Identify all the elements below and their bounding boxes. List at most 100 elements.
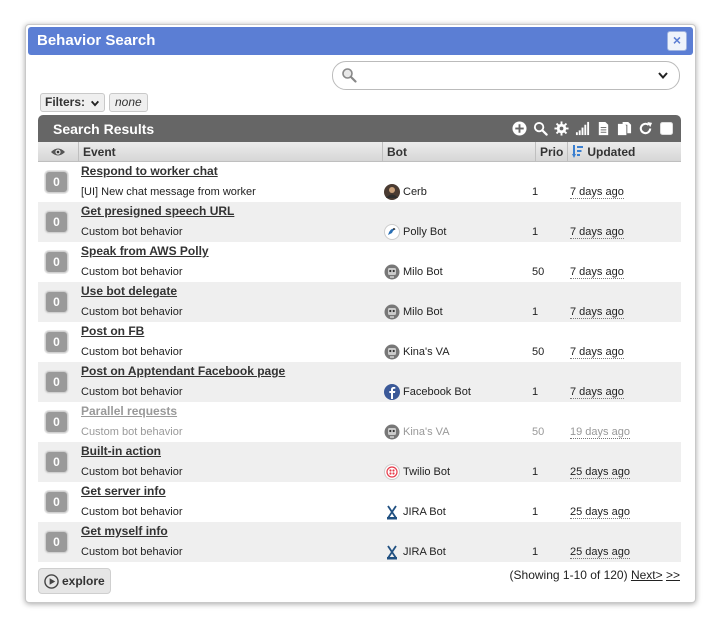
behavior-name-link[interactable]: Respond to worker chat <box>81 164 218 178</box>
bot-name: Twilio Bot <box>403 466 451 478</box>
export-icon[interactable] <box>595 120 612 137</box>
watchers-button[interactable]: 0 <box>45 451 68 473</box>
play-circle-icon <box>44 574 59 589</box>
filters-dropdown[interactable]: Filters: <box>40 93 106 112</box>
event-label: Custom bot behavior <box>81 506 183 518</box>
bot-name: Milo Bot <box>403 306 443 318</box>
search-icon[interactable] <box>532 120 549 137</box>
updated-value: 25 days ago <box>570 466 630 479</box>
bot-cell[interactable]: Milo Bot <box>384 304 443 320</box>
dialog-titlebar[interactable]: Behavior Search × <box>28 27 693 55</box>
event-label: Custom bot behavior <box>81 306 183 318</box>
bot-cell[interactable]: Kina's VA <box>384 424 450 440</box>
table-row[interactable]: 0 Get server info Custom bot behavior JIRA … <box>38 482 681 522</box>
behavior-name-link[interactable]: Get myself info <box>81 524 168 538</box>
watchers-button[interactable]: 0 <box>45 411 68 433</box>
search-input[interactable] <box>332 61 680 90</box>
watchers-button[interactable]: 0 <box>45 491 68 513</box>
priority-value: 1 <box>532 306 539 318</box>
cerb-avatar-icon <box>384 184 400 200</box>
bot-cell[interactable]: Kina's VA <box>384 344 450 360</box>
chart-icon[interactable] <box>574 120 591 137</box>
showing-text: (Showing 1-10 of 120) <box>509 568 628 582</box>
watchers-button[interactable]: 0 <box>45 371 68 393</box>
explore-button[interactable]: explore <box>38 568 111 594</box>
table-row[interactable]: 0 Use bot delegate Custom bot behavior Milo… <box>38 282 681 322</box>
table-row[interactable]: 0 Parallel requests Custom bot behavior Kin… <box>38 402 681 442</box>
last-page-link[interactable]: >> <box>666 568 680 582</box>
add-icon[interactable] <box>511 120 528 137</box>
filter-none-chip[interactable]: none <box>109 93 148 112</box>
dialog-title: Behavior Search <box>37 32 156 49</box>
watchers-button[interactable]: 0 <box>45 251 68 273</box>
behavior-name-link[interactable]: Post on Apptendant Facebook page <box>81 364 285 378</box>
robot-avatar-icon <box>384 344 400 360</box>
watchers-button[interactable]: 0 <box>45 171 68 193</box>
behavior-name-link[interactable]: Speak from AWS Polly <box>81 244 209 258</box>
table-row[interactable]: 0 Get myself info Custom bot behavior JIRA … <box>38 522 681 562</box>
column-event[interactable]: Event <box>79 142 383 162</box>
watchers-button[interactable]: 0 <box>45 211 68 233</box>
table-row[interactable]: 0 Respond to worker chat [UI] New chat mes… <box>38 162 681 202</box>
behavior-name-link[interactable]: Get presigned speech URL <box>81 204 234 218</box>
bot-name: Facebook Bot <box>403 386 471 398</box>
column-updated[interactable]: Updated <box>568 142 681 162</box>
search-results-header: Search Results <box>38 115 681 142</box>
bot-name: JIRA Bot <box>403 546 446 558</box>
bot-cell[interactable]: JIRA Bot <box>384 544 446 560</box>
column-updated-label: Updated <box>587 145 636 159</box>
copy-icon[interactable] <box>616 120 633 137</box>
robot-avatar-icon <box>384 424 400 440</box>
select-all-checkbox[interactable] <box>658 120 675 137</box>
chevron-down-icon[interactable] <box>657 69 669 81</box>
chevron-down-icon <box>91 100 100 107</box>
bot-cell[interactable]: JIRA Bot <box>384 504 446 520</box>
behavior-name-link[interactable]: Use bot delegate <box>81 284 177 298</box>
priority-value: 1 <box>532 386 539 398</box>
bot-cell[interactable]: Polly Bot <box>384 224 446 240</box>
twilio-avatar-icon <box>384 464 400 480</box>
jira-avatar-icon <box>384 544 400 560</box>
next-page-link[interactable]: Next> <box>631 568 663 582</box>
gear-icon[interactable] <box>553 120 570 137</box>
filters-label: Filters: <box>45 95 86 109</box>
watchers-button[interactable]: 0 <box>45 331 68 353</box>
bot-name: JIRA Bot <box>403 506 446 518</box>
priority-value: 50 <box>532 346 545 358</box>
priority-value: 1 <box>532 466 539 478</box>
behavior-name-link[interactable]: Get server info <box>81 484 166 498</box>
event-label: Custom bot behavior <box>81 226 183 238</box>
bot-cell[interactable]: Facebook Bot <box>384 384 471 400</box>
table-row[interactable]: 0 Speak from AWS Polly Custom bot behavior… <box>38 242 681 282</box>
bot-cell[interactable]: Cerb <box>384 184 427 200</box>
table-row[interactable]: 0 Post on Apptendant Facebook page Custom … <box>38 362 681 402</box>
eye-icon <box>51 148 65 156</box>
table-row[interactable]: 0 Built-in action Custom bot behavior Twili… <box>38 442 681 482</box>
column-bot[interactable]: Bot <box>383 142 536 162</box>
table-row[interactable]: 0 Get presigned speech URL Custom bot beha… <box>38 202 681 242</box>
table-row[interactable]: 0 Post on FB Custom bot behavior Kina's VA 5… <box>38 322 681 362</box>
column-priority[interactable]: Prio <box>536 142 568 162</box>
bot-name: Polly Bot <box>403 226 447 238</box>
close-button[interactable]: × <box>667 31 687 51</box>
priority-value: 1 <box>532 506 539 518</box>
watchers-button[interactable]: 0 <box>45 291 68 313</box>
robot-avatar-icon <box>384 304 400 320</box>
explore-label: explore <box>62 574 105 588</box>
pagination: (Showing 1-10 of 120) Next> >> <box>510 568 680 582</box>
behavior-name-link[interactable]: Post on FB <box>81 324 144 338</box>
behavior-search-dialog: Behavior Search × Filters: none Search R… <box>25 24 696 603</box>
updated-value: 7 days ago <box>570 306 624 319</box>
results-toolbar <box>511 120 675 137</box>
priority-value: 50 <box>532 426 545 438</box>
updated-value: 25 days ago <box>570 546 630 559</box>
watchers-button[interactable]: 0 <box>45 531 68 553</box>
results-table: 0 Respond to worker chat [UI] New chat mes… <box>38 162 681 562</box>
bot-cell[interactable]: Milo Bot <box>384 264 443 280</box>
behavior-name-link[interactable]: Built-in action <box>81 444 161 458</box>
behavior-name-link[interactable]: Parallel requests <box>81 404 177 418</box>
priority-value: 1 <box>532 546 539 558</box>
refresh-icon[interactable] <box>637 120 654 137</box>
bot-cell[interactable]: Twilio Bot <box>384 464 450 480</box>
column-watchers[interactable] <box>38 142 79 162</box>
